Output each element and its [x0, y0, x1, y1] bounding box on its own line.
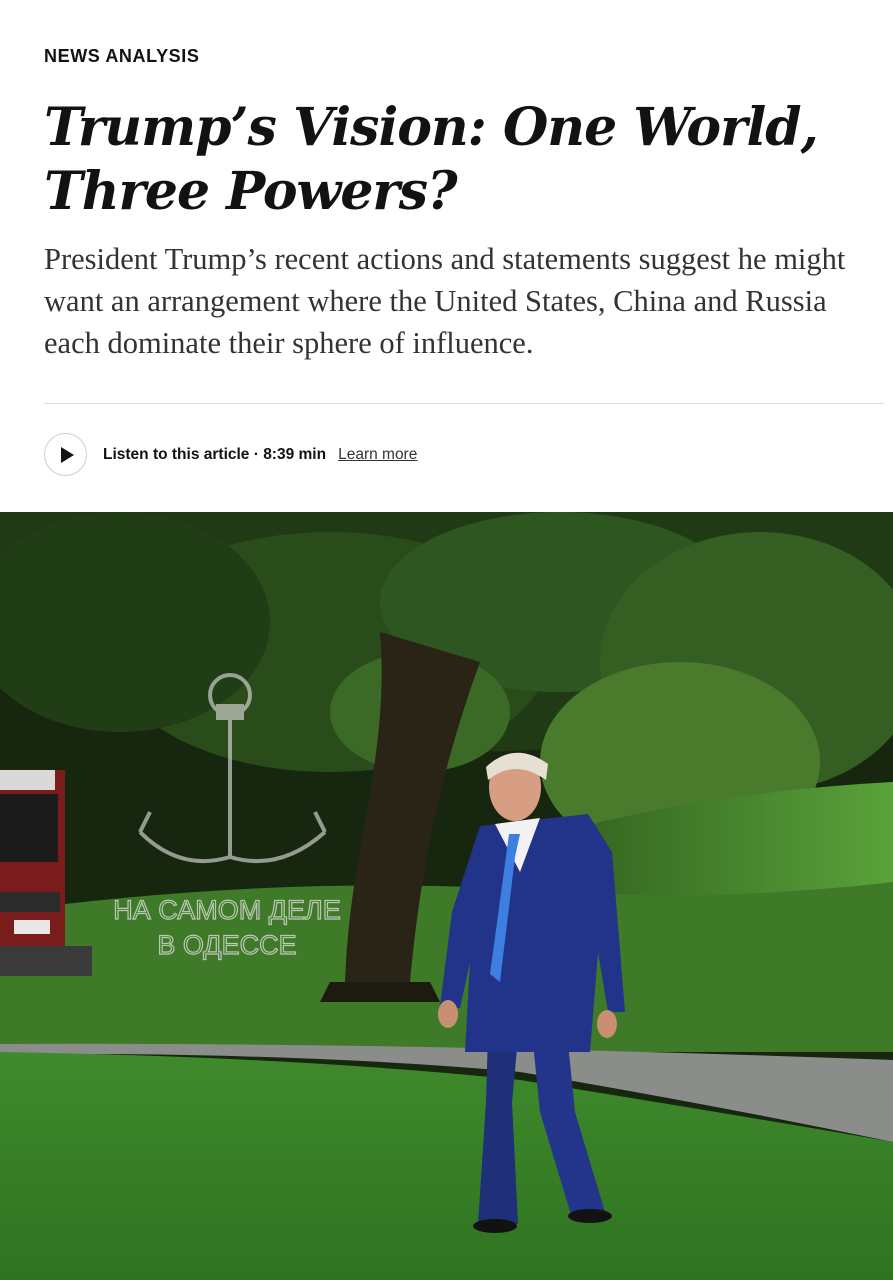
headline: Trump’s Vision: One World, Three Powers?	[44, 97, 819, 222]
play-icon	[61, 446, 74, 463]
audio-player: Listen to this article · 8:39 min Learn …	[44, 432, 417, 477]
article-header: NEWS ANALYSIS Trump’s Vision: One World,…	[0, 0, 893, 512]
play-button[interactable]	[44, 433, 87, 476]
learn-more-link[interactable]: Learn more	[338, 446, 417, 464]
kicker-label: NEWS ANALYSIS	[44, 46, 200, 66]
watermark-line1: НА САМОМ ДЕЛЕ	[113, 895, 340, 925]
article-summary: President Trump’s recent actions and sta…	[44, 242, 846, 360]
article-photo: НА САМОМ ДЕЛЕ В ОДЕССЕ	[0, 512, 893, 1280]
divider	[44, 403, 884, 404]
watermark-line2: В ОДЕССЕ	[157, 930, 296, 960]
listen-label: Listen to this article · 8:39 min	[103, 445, 327, 463]
